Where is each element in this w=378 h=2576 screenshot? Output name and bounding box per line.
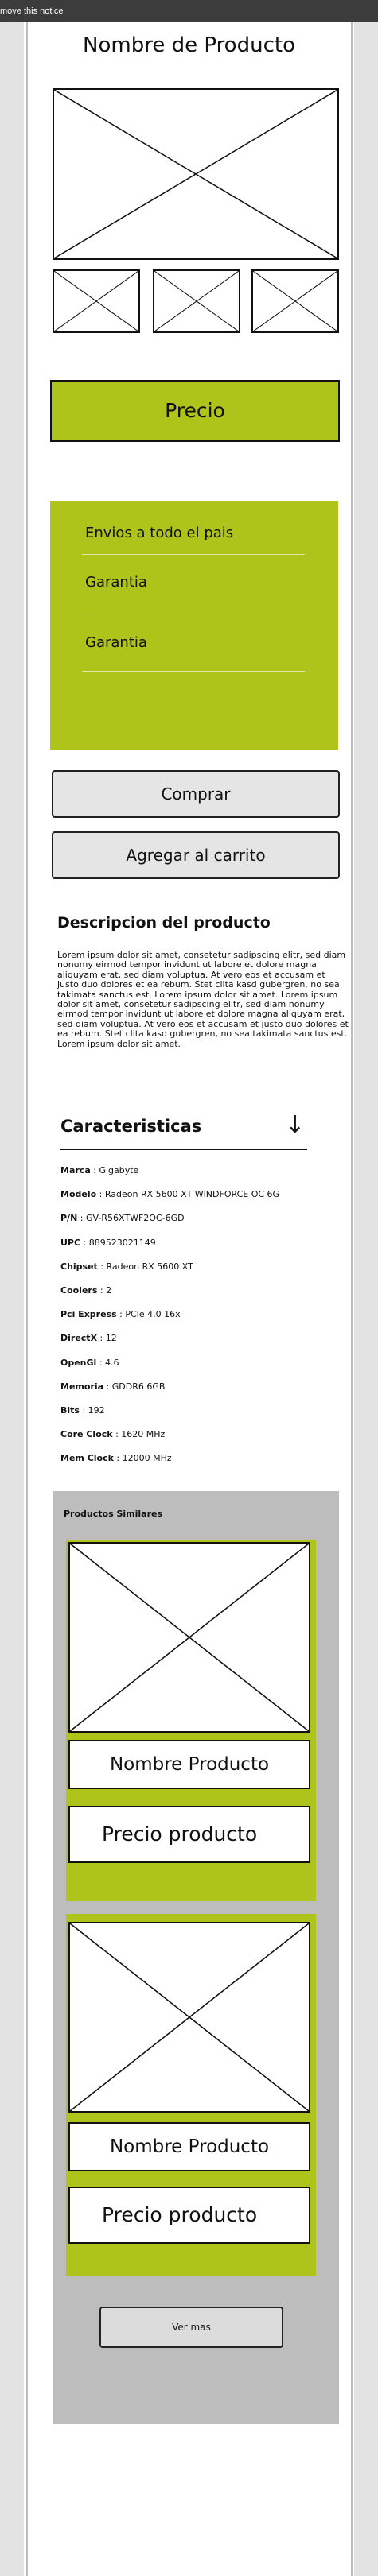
- spec-separator: :: [113, 1453, 123, 1464]
- spec-row: Core Clock : 1620 MHz: [60, 1429, 165, 1439]
- card-price: Precio producto: [68, 1806, 310, 1863]
- divider: [82, 554, 305, 555]
- spec-row: OpenGl : 4.6: [60, 1358, 119, 1368]
- spec-separator: :: [97, 1261, 107, 1272]
- spec-row: Chipset : Radeon RX 5600 XT: [60, 1261, 193, 1272]
- divider: [82, 671, 305, 672]
- spec-label: OpenGl: [60, 1357, 97, 1368]
- spec-separator: :: [79, 1405, 88, 1416]
- spec-value: 12: [105, 1333, 117, 1344]
- spec-label: Memoria: [60, 1381, 104, 1392]
- spec-row: DirectX : 12: [60, 1333, 117, 1343]
- card-image-placeholder: [68, 1542, 310, 1733]
- spec-row: Modelo : Radeon RX 5600 XT WINDFORCE OC …: [60, 1189, 279, 1199]
- see-more-button[interactable]: Ver mas: [99, 2307, 283, 2348]
- spec-value: 12000 MHz: [122, 1453, 172, 1464]
- thumbnail-1[interactable]: [53, 269, 140, 333]
- spec-row: Pci Express : PCIe 4.0 16x: [60, 1309, 181, 1319]
- similar-products-title: Productos Similares: [64, 1509, 163, 1519]
- spec-value: 4.6: [105, 1357, 119, 1368]
- arrow-down-icon[interactable]: ↓: [285, 1111, 305, 1139]
- right-margin: [354, 22, 378, 2576]
- spec-row: Bits : 192: [60, 1405, 105, 1416]
- spec-label: P/N: [60, 1213, 78, 1224]
- spec-label: Bits: [60, 1405, 80, 1416]
- spec-value: PCIe 4.0 16x: [125, 1309, 181, 1320]
- info-item-warranty-2: Garantia: [85, 634, 147, 651]
- spec-separator: :: [96, 1357, 106, 1368]
- product-card[interactable]: Nombre Producto Precio producto: [66, 1540, 316, 1901]
- spec-label: Coolers: [60, 1285, 98, 1296]
- description-text: Lorem ipsum dolor sit amet, consetetur s…: [57, 950, 349, 1049]
- info-item-warranty: Garantia: [85, 574, 147, 591]
- main-image-placeholder[interactable]: [53, 88, 339, 260]
- spec-separator: :: [77, 1213, 86, 1224]
- spec-row: P/N : GV-R56XTWF2OC-6GD: [60, 1213, 185, 1223]
- card-name[interactable]: Nombre Producto: [68, 2122, 310, 2171]
- spec-value: Gigabyte: [99, 1165, 139, 1176]
- spec-label: Marca: [60, 1165, 91, 1176]
- spec-row: UPC : 889523021149: [60, 1238, 156, 1248]
- image-placeholder-icon: [253, 271, 337, 331]
- spec-label: Pci Express: [60, 1309, 117, 1320]
- add-to-cart-button[interactable]: Agregar al carrito: [52, 831, 340, 879]
- image-placeholder-icon: [70, 1544, 309, 1731]
- spec-separator: :: [97, 1285, 107, 1296]
- notice-text[interactable]: move this notice: [0, 6, 63, 16]
- spec-label: DirectX: [60, 1333, 98, 1344]
- spec-value: Radeon RX 5600 XT WINDFORCE OC 6G: [104, 1189, 280, 1200]
- notice-bar: move this notice: [0, 0, 378, 22]
- spec-row: Memoria : GDDR6 6GB: [60, 1381, 165, 1392]
- spec-label: UPC: [60, 1237, 81, 1248]
- spec-separator: :: [116, 1309, 126, 1320]
- card-price: Precio producto: [68, 2187, 310, 2244]
- card-name[interactable]: Nombre Producto: [68, 1740, 310, 1789]
- card-image-placeholder: [68, 1922, 310, 2113]
- specs-divider: [60, 1149, 307, 1150]
- spec-separator: :: [90, 1165, 99, 1176]
- spec-row: Mem Clock : 12000 MHz: [60, 1453, 172, 1463]
- product-card[interactable]: Nombre Producto Precio producto: [66, 1914, 316, 2276]
- buy-button[interactable]: Comprar: [52, 770, 340, 818]
- spec-value: 1620 MHz: [121, 1429, 166, 1440]
- left-margin: [0, 22, 24, 2576]
- price-label: Precio: [165, 399, 225, 422]
- spec-row: Marca : Gigabyte: [60, 1165, 138, 1176]
- info-panel: Envios a todo el pais Garantia Garantia: [50, 501, 338, 750]
- spec-value: 192: [88, 1405, 105, 1416]
- image-placeholder-icon: [54, 90, 337, 258]
- spec-separator: :: [103, 1381, 112, 1392]
- price-box: Precio: [50, 380, 340, 442]
- product-title: Nombre de Producto: [83, 33, 295, 57]
- thumbnail-3[interactable]: [251, 269, 339, 333]
- image-placeholder-icon: [70, 1923, 309, 2111]
- image-placeholder-icon: [154, 271, 239, 331]
- description-title: Descripcion del producto: [57, 914, 271, 932]
- spec-separator: :: [112, 1429, 122, 1440]
- image-placeholder-icon: [54, 271, 138, 331]
- thumbnail-2[interactable]: [153, 269, 240, 333]
- spec-value: GDDR6 6GB: [111, 1381, 166, 1392]
- specs-title: Caracteristicas: [60, 1117, 202, 1136]
- spec-value: Radeon RX 5600 XT: [106, 1261, 193, 1272]
- spec-separator: :: [80, 1237, 89, 1248]
- spec-value: 2: [106, 1285, 112, 1296]
- spec-value: 889523021149: [88, 1237, 156, 1248]
- spec-row: Coolers : 2: [60, 1285, 111, 1296]
- spec-value: GV-R56XTWF2OC-6GD: [86, 1213, 185, 1224]
- info-item-shipping: Envios a todo el pais: [85, 525, 234, 541]
- spec-label: Core Clock: [60, 1429, 113, 1440]
- spec-label: Modelo: [60, 1189, 97, 1200]
- spec-label: Chipset: [60, 1261, 98, 1272]
- spec-label: Mem Clock: [60, 1453, 114, 1464]
- spec-separator: :: [97, 1333, 106, 1344]
- spec-separator: :: [96, 1189, 105, 1200]
